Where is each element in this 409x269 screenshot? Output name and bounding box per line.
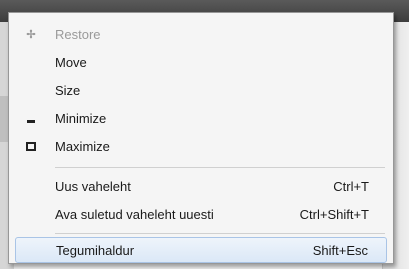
maximize-icon [15,141,47,151]
menu-separator [55,233,385,234]
menu-item-label: Minimize [55,110,107,126]
menu-item-label: Maximize [55,138,110,154]
menu-item-reopen-closed-tab[interactable]: Ava suletud vaheleht uuesti Ctrl+Shift+T [15,201,387,227]
menu-item-label: Size [55,82,81,98]
menu-item-shortcut: Ctrl+T [333,178,369,194]
minimize-icon [15,114,47,123]
menu-item-label: Move [55,54,87,70]
menu-item-maximize[interactable]: Maximize [15,133,387,159]
menu-item-label: Tegumihaldur [56,242,135,258]
menu-item-new-tab[interactable]: Uus vaheleht Ctrl+T [15,173,387,199]
menu-item-label: Restore [55,26,101,42]
menu-item-minimize[interactable]: Minimize [15,105,387,131]
menu-item-task-manager[interactable]: Tegumihaldur Shift+Esc [15,237,387,263]
menu-item-shortcut: Shift+Esc [312,242,368,258]
window-system-menu: ✢ Restore Move Size Minimize Maximize Uu… [8,12,394,264]
menu-item-label: Ava suletud vaheleht uuesti [55,206,214,222]
restore-icon: ✢ [26,28,36,41]
menu-item-label: Uus vaheleht [55,178,131,194]
menu-item-shortcut: Ctrl+Shift+T [299,206,369,222]
menu-item-restore[interactable]: ✢ Restore [15,21,387,47]
menu-separator [55,167,385,168]
menu-item-move[interactable]: Move [15,49,387,75]
menu-item-size[interactable]: Size [15,77,387,103]
